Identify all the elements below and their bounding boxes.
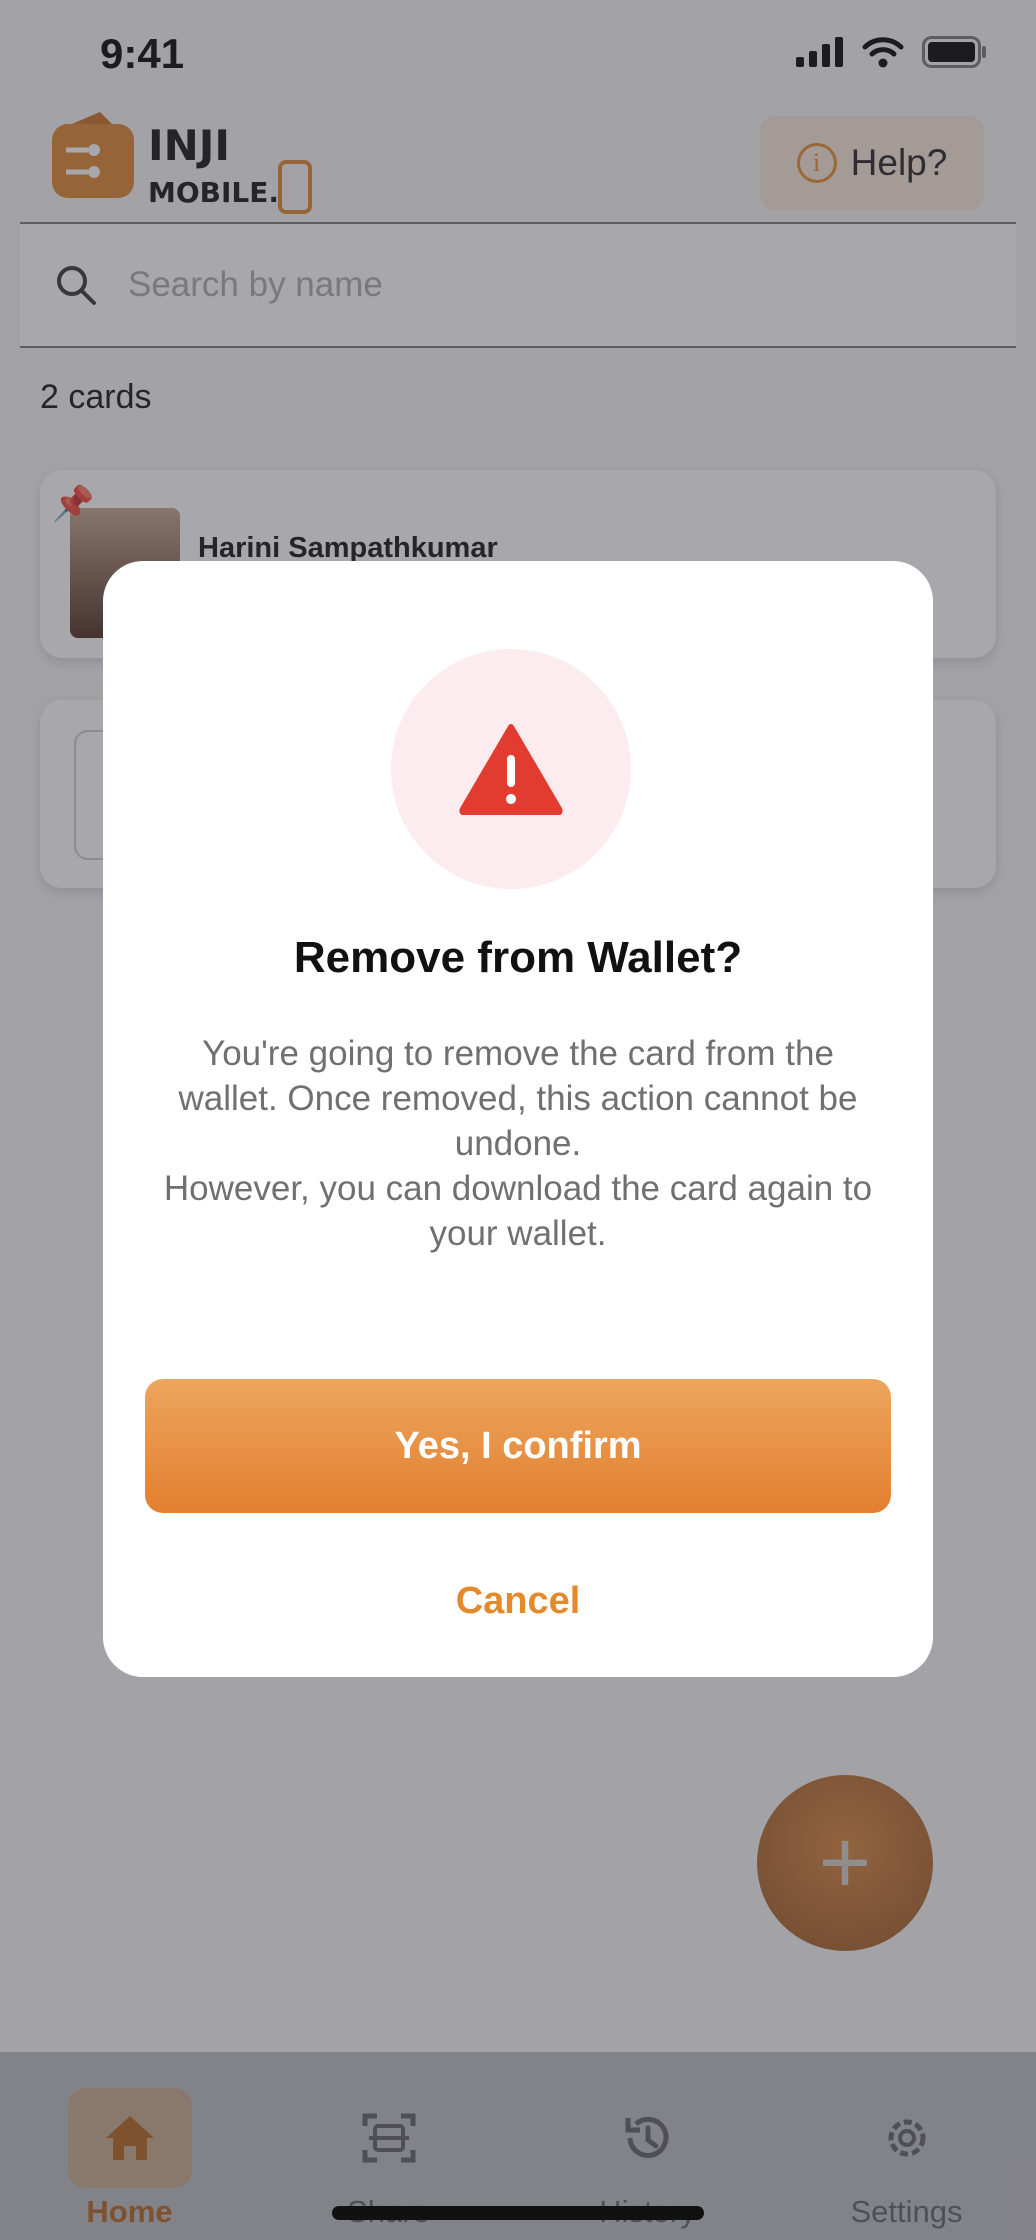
warning-icon xyxy=(459,724,563,815)
dialog-title: Remove from Wallet? xyxy=(293,933,743,982)
dialog-message-line: However, you can download the card again… xyxy=(163,1169,873,1253)
confirm-button[interactable]: Yes, I confirm xyxy=(145,1379,891,1513)
dialog-message: You're going to remove the card from the… xyxy=(153,1031,883,1256)
dialog-message-line: You're going to remove the card from the… xyxy=(178,1034,858,1163)
remove-card-dialog: Remove from Wallet? You're going to remo… xyxy=(103,561,933,1677)
home-indicator xyxy=(332,2206,704,2220)
warning-badge xyxy=(391,649,631,889)
cancel-button[interactable]: Cancel xyxy=(145,1551,891,1651)
